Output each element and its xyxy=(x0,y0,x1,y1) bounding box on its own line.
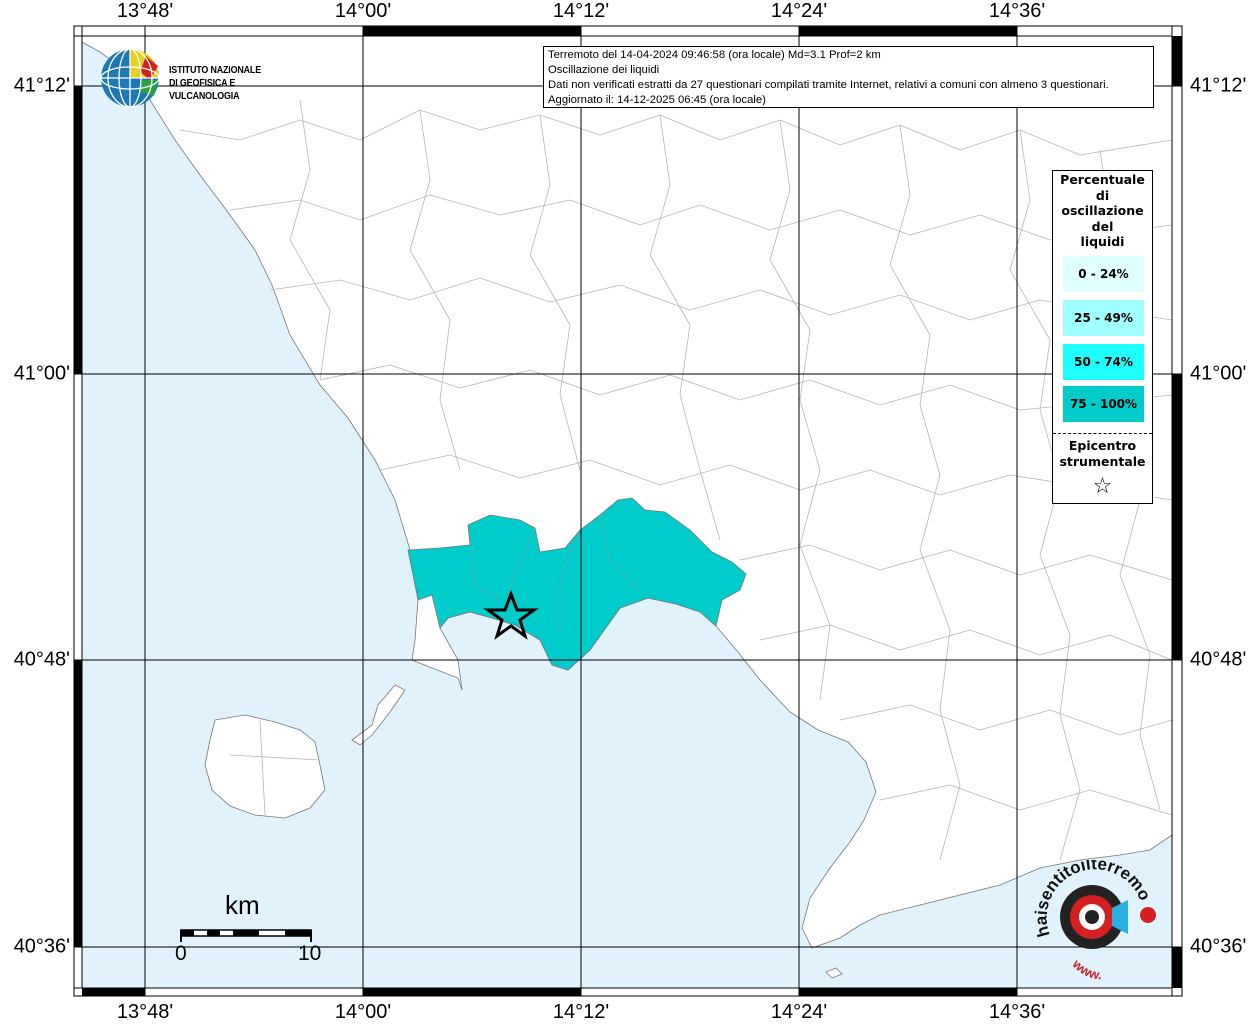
logo-line-1: ISTITUTO NAZIONALE xyxy=(169,64,261,76)
event-title: Terremoto del 14-04-2024 09:46:58 (ora l… xyxy=(548,49,881,61)
legend-item-0-24: 0 - 24% xyxy=(1063,256,1144,292)
lat-label-right-2: 41°00' xyxy=(1190,362,1247,385)
map-subject: Oscillazione dei liquidi xyxy=(548,64,660,76)
lon-label-bottom-2: 14°00' xyxy=(334,1001,392,1023)
lat-label-right-4: 40°36' xyxy=(1190,935,1247,958)
svg-text:www.: www. xyxy=(1069,956,1102,980)
legend-star-icon: ☆ xyxy=(1092,474,1113,499)
legend-separator xyxy=(1053,433,1152,434)
lon-label-bottom-5: 14°36' xyxy=(988,1001,1046,1023)
legend-title-line-1: Percentuale xyxy=(1060,172,1145,187)
event-info-box: Terremoto del 14-04-2024 09:46:58 (ora l… xyxy=(543,46,1154,108)
legend-epicenter-line-1: Epicentro xyxy=(1068,438,1137,453)
haisentito-logo-icon: haisentitoilterremoto.it www. xyxy=(1025,845,1156,983)
lon-label-top-1: 13°48' xyxy=(116,0,174,22)
lat-label-left-4: 40°36' xyxy=(13,935,70,958)
legend-title-line-3: oscillazione xyxy=(1061,203,1144,218)
globe-icon xyxy=(100,48,160,108)
legend-item-25-49: 25 - 49% xyxy=(1063,300,1144,336)
lon-label-top-4: 14°24' xyxy=(770,0,828,22)
logo-line-2: DI GEOFISICA E VULCANOLOGIA xyxy=(169,77,240,102)
legend: Percentuale di oscillazione del liquidi … xyxy=(1052,170,1153,504)
legend-title-line-4: del xyxy=(1091,218,1114,234)
haisentito-badge[interactable]: haisentitoilterremoto.it www. xyxy=(1025,845,1170,983)
lon-label-top-5: 14°36' xyxy=(988,0,1046,22)
lon-label-bottom-1: 13°48' xyxy=(116,1001,174,1023)
legend-title: Percentuale di oscillazione del liquidi xyxy=(1053,172,1152,250)
legend-title-line-5: liquidi xyxy=(1080,234,1125,249)
lon-label-top-3: 14°12' xyxy=(552,0,610,22)
legend-item-75-100: 75 - 100% xyxy=(1063,386,1144,422)
legend-title-line-2: di xyxy=(1095,187,1110,203)
scale-bar: km 0 10 xyxy=(170,890,330,970)
lat-label-left-1: 41°12' xyxy=(13,74,70,97)
lat-label-right-1: 41°12' xyxy=(1190,74,1247,97)
update-time: Aggiornato il: 14-12-2025 06:45 (ora loc… xyxy=(548,94,766,106)
lat-label-left-2: 41°00' xyxy=(13,362,70,385)
data-note: Dati non verificati estratti da 27 quest… xyxy=(548,79,1109,91)
scale-unit: km xyxy=(225,890,260,920)
lon-label-bottom-3: 14°12' xyxy=(552,1001,610,1023)
scale-start: 0 xyxy=(175,942,187,965)
legend-epicenter-line-2: strumentale xyxy=(1059,454,1146,469)
lon-label-bottom-4: 14°24' xyxy=(770,1001,828,1023)
lon-label-top-2: 14°00' xyxy=(334,0,392,22)
lat-label-left-3: 40°48' xyxy=(13,648,70,671)
legend-item-50-74: 50 - 74% xyxy=(1063,344,1144,380)
scale-end: 10 xyxy=(298,942,322,965)
legend-epicenter-label: Epicentro strumentale xyxy=(1053,438,1152,470)
lat-label-right-3: 40°48' xyxy=(1190,648,1247,671)
badge-url: www. xyxy=(1069,956,1102,983)
ingv-logo: ISTITUTO NAZIONALE DI GEOFISICA E VULCAN… xyxy=(100,46,320,110)
